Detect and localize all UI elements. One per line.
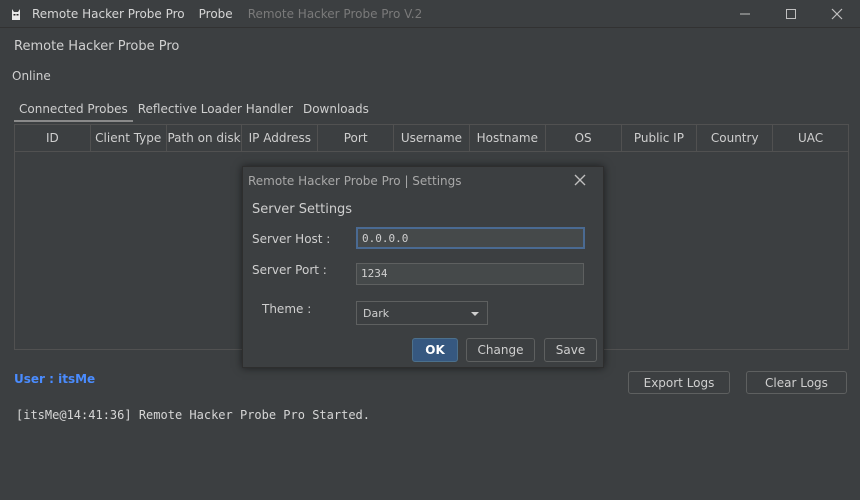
- column-header-username[interactable]: Username: [394, 125, 470, 151]
- user-label: User : itsMe: [14, 372, 96, 386]
- close-icon[interactable]: [573, 173, 587, 187]
- column-header-client-type[interactable]: Client Type: [91, 125, 167, 151]
- export-logs-button[interactable]: Export Logs: [628, 371, 730, 394]
- column-header-hostname[interactable]: Hostname: [470, 125, 546, 151]
- clear-logs-button[interactable]: Clear Logs: [746, 371, 847, 394]
- server-port-label: Server Port :: [252, 263, 327, 277]
- column-header-uac[interactable]: UAC: [773, 125, 848, 151]
- table-header: ID Client Type Path on disk IP Address P…: [15, 125, 848, 152]
- window-title: Remote Hacker Probe Pro V.2: [247, 6, 423, 21]
- chevron-down-icon: [471, 312, 479, 316]
- ok-button[interactable]: OK: [412, 338, 458, 362]
- theme-select[interactable]: Dark: [356, 301, 488, 325]
- column-header-id[interactable]: ID: [15, 125, 91, 151]
- page-title: Remote Hacker Probe Pro: [14, 39, 180, 54]
- theme-label: Theme :: [262, 302, 312, 316]
- tab-downloads[interactable]: Downloads: [298, 100, 374, 122]
- menu-probe[interactable]: Probe: [199, 7, 233, 21]
- dialog-title: Remote Hacker Probe Pro | Settings: [248, 174, 462, 188]
- maximize-button[interactable]: [768, 0, 814, 28]
- tab-reflective-loader-handler[interactable]: Reflective Loader Handler: [133, 100, 298, 122]
- server-port-input[interactable]: 1234: [356, 263, 584, 285]
- minimize-icon: [740, 13, 750, 15]
- status-text: Online: [12, 69, 51, 83]
- column-header-port[interactable]: Port: [318, 125, 395, 151]
- close-icon: [831, 8, 843, 20]
- close-button[interactable]: [814, 0, 860, 28]
- section-heading: Server Settings: [252, 202, 353, 217]
- maximize-icon: [786, 9, 796, 19]
- server-host-label: Server Host :: [252, 232, 331, 246]
- log-line: [itsMe@14:41:36] Remote Hacker Probe Pro…: [16, 408, 371, 422]
- window-controls: [722, 0, 860, 28]
- main-window: Remote Hacker Probe Pro Probe Remote Hac…: [0, 0, 860, 500]
- column-header-os[interactable]: OS: [546, 125, 622, 151]
- column-header-path-on-disk[interactable]: Path on disk: [167, 125, 243, 151]
- menu-app-name[interactable]: Remote Hacker Probe Pro: [32, 7, 185, 21]
- change-button[interactable]: Change: [466, 338, 535, 362]
- title-bar: Remote Hacker Probe Pro Probe Remote Hac…: [0, 0, 860, 28]
- save-button[interactable]: Save: [544, 338, 597, 362]
- settings-dialog: Remote Hacker Probe Pro | Settings Serve…: [242, 166, 604, 368]
- column-header-country[interactable]: Country: [697, 125, 774, 151]
- minimize-button[interactable]: [722, 0, 768, 28]
- column-header-public-ip[interactable]: Public IP: [622, 125, 698, 151]
- server-host-input[interactable]: 0.0.0.0: [356, 227, 585, 249]
- tab-bar: Connected Probes Reflective Loader Handl…: [14, 100, 374, 122]
- theme-select-value: Dark: [363, 306, 390, 320]
- column-header-ip-address[interactable]: IP Address: [242, 125, 319, 151]
- tab-connected-probes[interactable]: Connected Probes: [14, 100, 133, 122]
- hacker-icon: [12, 8, 20, 20]
